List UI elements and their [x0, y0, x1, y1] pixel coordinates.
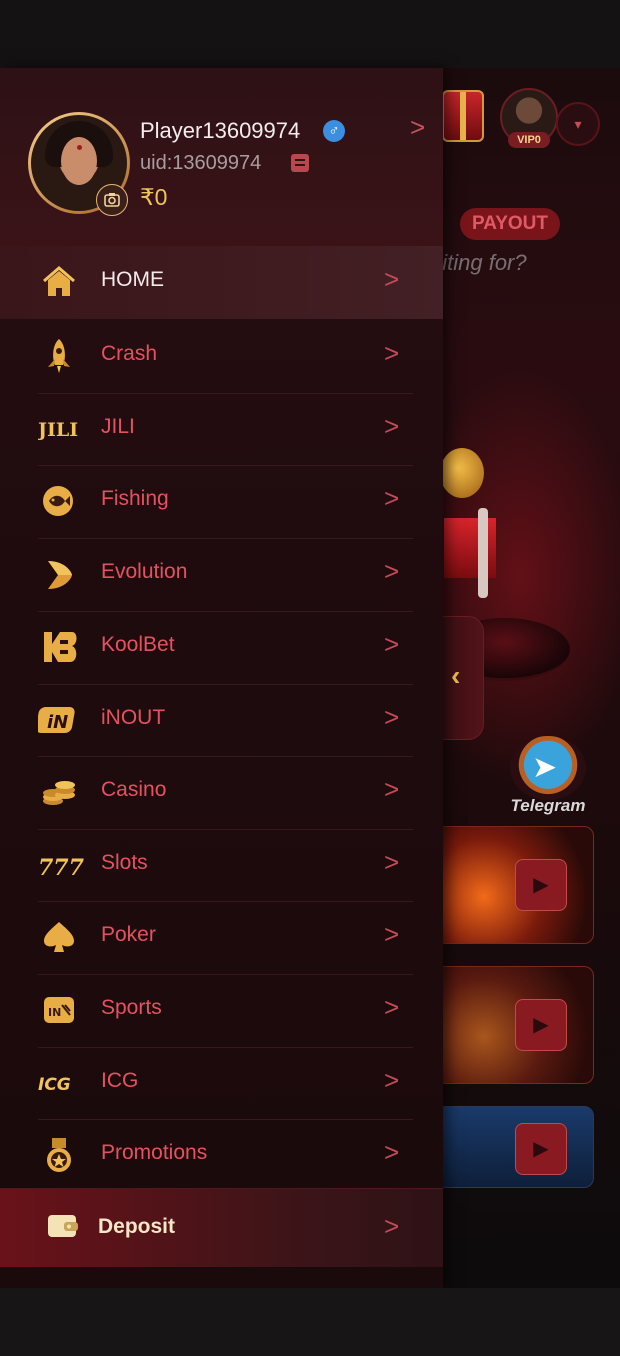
pole-shape	[478, 508, 488, 598]
medal-icon	[38, 1134, 80, 1176]
user-id: uid:13609974	[140, 152, 262, 174]
menu-item-label: JILI	[101, 415, 135, 438]
flag-icon	[444, 518, 496, 578]
menu-item-jili[interactable]: JILI JILI >	[0, 393, 443, 466]
chevron-right-icon: >	[384, 774, 400, 804]
menu-item-promotions[interactable]: Promotions >	[0, 1119, 443, 1192]
chevron-right-icon: >	[384, 1211, 400, 1241]
menu-item-label: Evolution	[101, 560, 188, 583]
vip-badge: VIP0	[508, 132, 550, 148]
svg-text:IN: IN	[48, 1006, 61, 1019]
menu-item-home[interactable]: HOME >	[0, 246, 443, 319]
chevron-right-icon[interactable]: >	[410, 112, 425, 143]
chevron-down-icon[interactable]: ▾	[556, 102, 600, 146]
game-card[interactable]: ▶	[436, 966, 594, 1084]
balance: ₹0	[140, 184, 168, 210]
menu-item-label: Fishing	[101, 487, 169, 510]
banner-text: aiting for?	[430, 250, 527, 275]
rocket-icon	[38, 335, 80, 377]
chevron-right-icon: >	[384, 919, 400, 949]
menu-item-casino[interactable]: Casino >	[0, 756, 443, 829]
menu-item-sports[interactable]: IN Sports >	[0, 974, 443, 1047]
coins-icon	[38, 771, 80, 813]
menu-item-label: Sports	[101, 996, 162, 1019]
chevron-right-icon: >	[384, 411, 400, 441]
inout-logo-icon: iN	[35, 699, 80, 741]
menu-item-evolution[interactable]: Evolution >	[0, 538, 443, 611]
evolution-logo-icon	[38, 553, 80, 595]
menu-item-fishing[interactable]: Fishing >	[0, 465, 443, 538]
username: Player13609974	[140, 118, 301, 143]
chevron-right-icon: >	[384, 629, 400, 659]
menu-item-label: Crash	[101, 342, 158, 365]
play-icon: ▶	[515, 999, 567, 1051]
jili-logo-icon: JILI	[36, 408, 80, 450]
game-card[interactable]: ▶	[436, 826, 594, 944]
home-icon	[38, 261, 80, 303]
copy-icon[interactable]	[291, 154, 309, 172]
chevron-right-icon: >	[384, 702, 400, 732]
koolbet-logo-icon	[38, 626, 80, 668]
gift-box-icon[interactable]	[442, 90, 484, 142]
menu-item-icg[interactable]: ICG ICG >	[0, 1047, 443, 1120]
menu-item-inout[interactable]: iN iNOUT >	[0, 684, 443, 757]
svg-text:JILI: JILI	[38, 419, 78, 441]
menu-item-koolbet[interactable]: KoolBet >	[0, 611, 443, 684]
paper-plane-icon: ➤	[532, 751, 558, 784]
chevron-right-icon: >	[384, 556, 400, 586]
menu-item-label: Casino	[101, 778, 167, 801]
fish-icon	[38, 480, 80, 522]
camera-icon[interactable]	[96, 184, 128, 216]
menu-item-label: HOME	[101, 268, 164, 291]
telegram-button[interactable]: ➤ Telegram	[506, 736, 590, 820]
game-card[interactable]: ▶	[436, 1106, 594, 1188]
chevron-right-icon: >	[384, 483, 400, 513]
sports-logo-icon: IN	[38, 989, 80, 1031]
payout-badge: PAYOUT	[460, 208, 560, 240]
chevron-right-icon: >	[384, 338, 400, 368]
menu-item-label: Poker	[101, 923, 156, 946]
menu-item-label: iNOUT	[101, 706, 166, 729]
svg-text:777: 777	[38, 855, 84, 881]
coin-icon	[440, 448, 484, 498]
chevron-right-icon: >	[384, 847, 400, 877]
deposit-label: Deposit	[98, 1215, 176, 1238]
chevron-right-icon: >	[384, 1065, 400, 1095]
chevron-right-icon: >	[384, 264, 400, 294]
side-drawer: Player13609974 ♂ uid:13609974 ₹0 > HOME >…	[0, 68, 443, 1288]
avatar-bindi	[77, 145, 82, 150]
telegram-label: Telegram	[510, 796, 586, 815]
menu-item-label: Promotions	[101, 1141, 208, 1164]
menu-item-poker[interactable]: Poker >	[0, 901, 443, 974]
menu-item-label: ICG	[101, 1069, 139, 1092]
banner-artwork	[440, 448, 520, 598]
deposit-button[interactable]: Deposit >	[0, 1188, 443, 1267]
icg-logo-icon: ICG	[38, 1062, 80, 1104]
menu-item-crash[interactable]: Crash >	[0, 320, 443, 393]
svg-text:ICG: ICG	[38, 1075, 71, 1095]
svg-text:iN: iN	[47, 712, 68, 733]
wallet-icon	[46, 1209, 88, 1251]
menu-item-label: KoolBet	[101, 633, 175, 656]
777-icon: 777	[38, 844, 85, 886]
menu-item-slots[interactable]: 777 Slots >	[0, 829, 443, 902]
status-bar	[0, 0, 620, 68]
spade-icon	[38, 916, 80, 958]
chevron-right-icon: >	[384, 992, 400, 1022]
play-icon: ▶	[515, 1123, 567, 1175]
chevron-left-icon: ‹	[451, 660, 461, 691]
collapse-drawer-button[interactable]: ‹	[438, 616, 484, 740]
menu-item-label: Slots	[101, 851, 148, 874]
male-icon: ♂	[323, 120, 345, 142]
play-icon: ▶	[515, 859, 567, 911]
profile-header[interactable]: Player13609974 ♂ uid:13609974 ₹0 >	[0, 68, 443, 247]
chevron-right-icon: >	[384, 1137, 400, 1167]
navigation-bar	[0, 1288, 620, 1356]
